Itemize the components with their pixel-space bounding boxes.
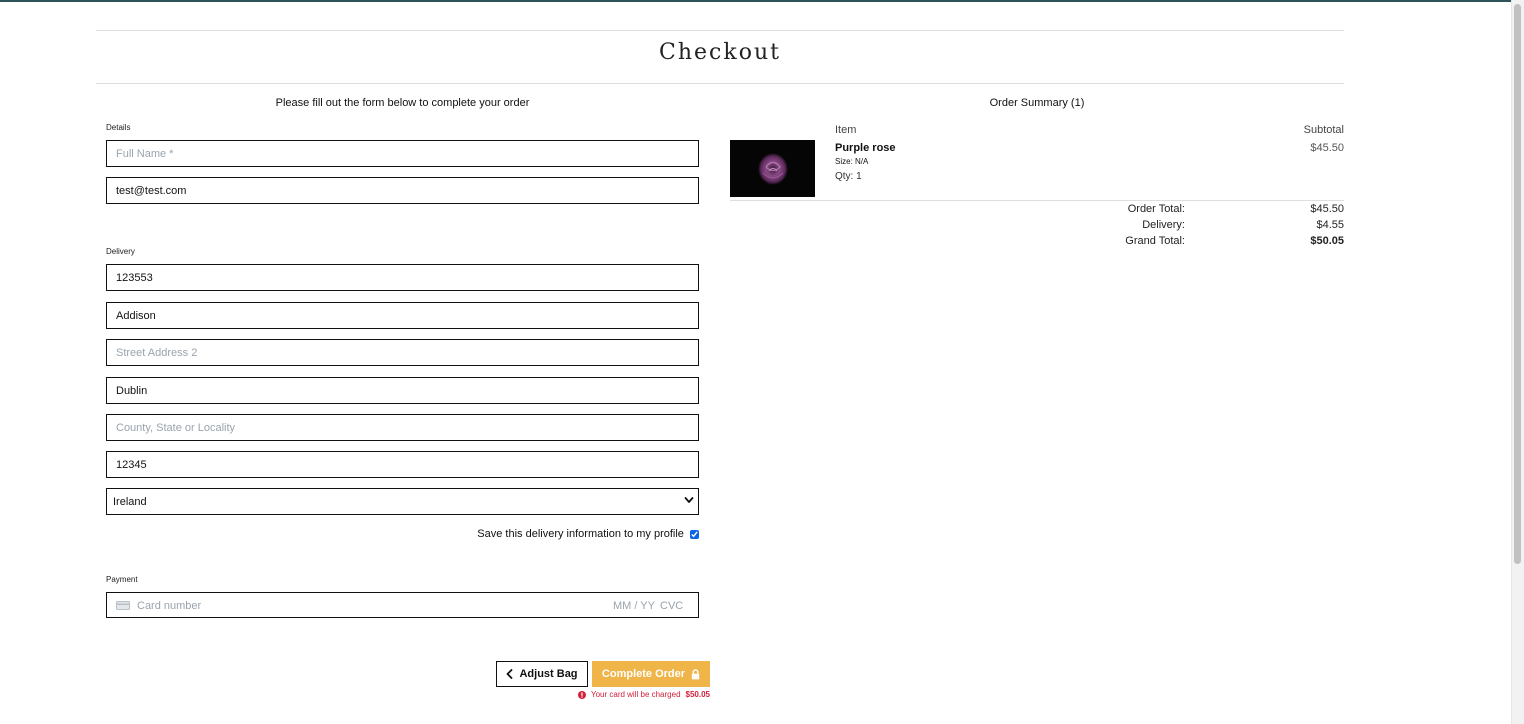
save-info-checkbox[interactable] bbox=[690, 529, 699, 539]
title-divider-bottom bbox=[96, 83, 1344, 84]
charge-notice-amount: $50.05 bbox=[685, 690, 710, 699]
credit-card-icon bbox=[116, 601, 130, 610]
phone-input[interactable] bbox=[106, 264, 699, 291]
save-info-row: Save this delivery information to my pro… bbox=[106, 528, 699, 540]
order-total-label: Order Total: bbox=[1127, 203, 1185, 215]
payment-section-label: Payment bbox=[106, 575, 138, 584]
product-qty: Qty: 1 bbox=[835, 171, 862, 182]
adjust-bag-button[interactable]: Adjust Bag bbox=[496, 661, 588, 687]
details-section-label: Details bbox=[106, 123, 131, 132]
grand-total-value: $50.05 bbox=[1310, 235, 1344, 247]
charge-notice-text: Your card will be charged bbox=[590, 690, 681, 699]
page-title: Checkout bbox=[659, 40, 781, 65]
product-image[interactable] bbox=[730, 140, 815, 197]
chevron-left-icon bbox=[507, 669, 513, 679]
county-input[interactable] bbox=[106, 414, 699, 441]
header-accent-line bbox=[0, 0, 1512, 2]
summary-divider bbox=[730, 200, 1344, 201]
scrollbar-thumb[interactable] bbox=[1514, 4, 1521, 564]
save-info-label[interactable]: Save this delivery information to my pro… bbox=[477, 528, 684, 540]
street-address-1-input[interactable] bbox=[106, 302, 699, 329]
product-size: Size: N/A bbox=[835, 157, 869, 166]
form-instructions: Please fill out the form below to comple… bbox=[275, 97, 530, 109]
card-cvc-placeholder[interactable]: CVC bbox=[660, 600, 683, 612]
rose-image bbox=[730, 140, 815, 197]
page-scrollbar[interactable] bbox=[1511, 0, 1524, 724]
order-summary-title: Order Summary (1) bbox=[989, 97, 1085, 109]
full-name-input[interactable] bbox=[106, 140, 699, 167]
delivery-cost-label: Delivery: bbox=[1142, 219, 1185, 231]
country-select[interactable]: Ireland bbox=[106, 488, 699, 515]
title-divider-top bbox=[96, 30, 1344, 31]
complete-order-button[interactable]: Complete Order bbox=[592, 661, 710, 687]
product-price: $45.50 bbox=[1310, 142, 1344, 154]
delivery-cost-value: $4.55 bbox=[1316, 219, 1344, 231]
lock-icon bbox=[691, 668, 700, 679]
town-input[interactable] bbox=[106, 377, 699, 404]
adjust-bag-label: Adjust Bag bbox=[519, 668, 578, 680]
alert-icon bbox=[577, 690, 586, 699]
postcode-input[interactable] bbox=[106, 451, 699, 478]
order-total-value: $45.50 bbox=[1310, 203, 1344, 215]
product-name: Purple rose bbox=[835, 142, 896, 154]
card-element[interactable]: Card number MM / YY CVC bbox=[106, 592, 699, 618]
summary-col-subtotal: Subtotal bbox=[1303, 124, 1344, 136]
complete-order-label: Complete Order bbox=[601, 668, 686, 680]
delivery-section-label: Delivery bbox=[106, 247, 135, 256]
charge-notice: Your card will be charged $50.05 bbox=[577, 690, 710, 699]
card-number-placeholder[interactable]: Card number bbox=[137, 600, 201, 612]
email-input[interactable] bbox=[106, 177, 699, 204]
card-expiry-placeholder[interactable]: MM / YY bbox=[613, 600, 655, 612]
summary-col-item: Item bbox=[835, 124, 857, 136]
grand-total-label: Grand Total: bbox=[1125, 235, 1185, 247]
street-address-2-input[interactable] bbox=[106, 339, 699, 366]
